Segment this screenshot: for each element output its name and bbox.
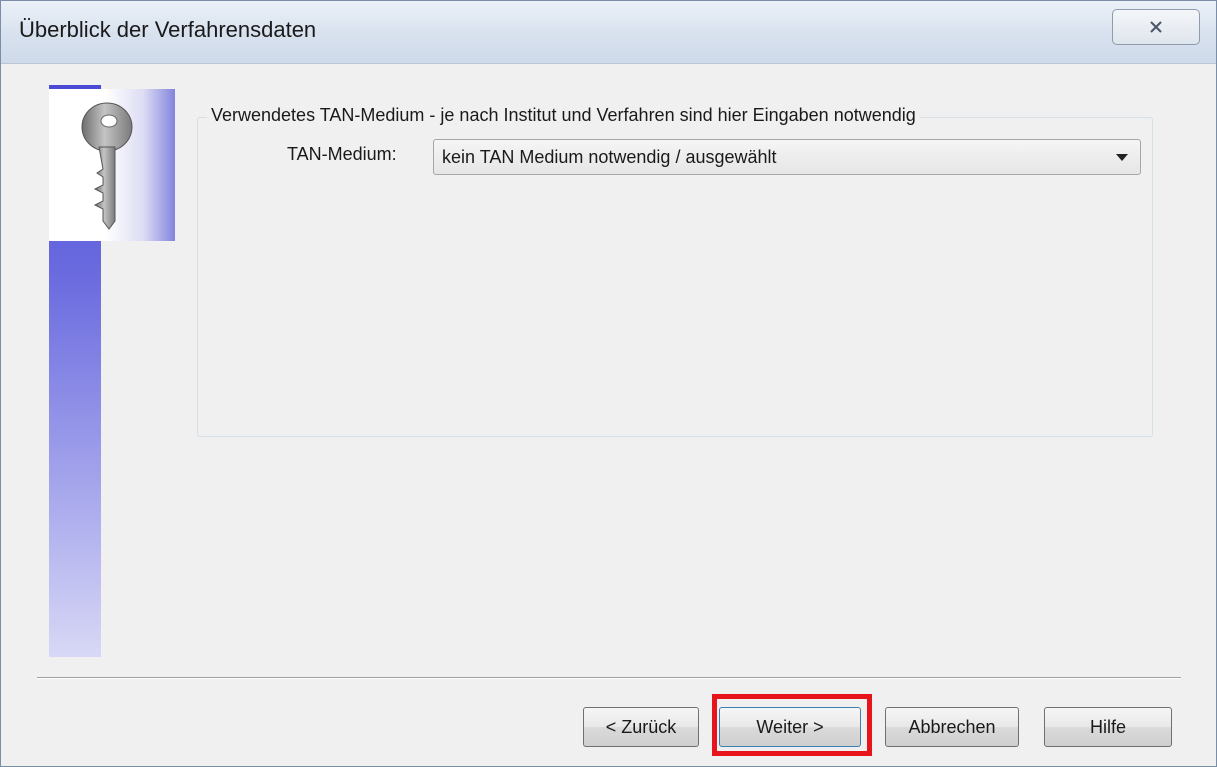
title-bar[interactable]: Überblick der Verfahrensdaten: [1, 1, 1216, 64]
dialog-window: Überblick der Verfahrensdaten Verwendete…: [0, 0, 1217, 767]
key-image: [49, 89, 175, 241]
groupbox-legend: Verwendetes TAN-Medium - je nach Institu…: [207, 105, 920, 126]
chevron-down-icon[interactable]: [1116, 154, 1128, 161]
tan-medium-select[interactable]: kein TAN Medium notwendig / ausgewählt: [433, 139, 1141, 175]
key-icon: [81, 102, 133, 230]
tan-medium-selected-value: kein TAN Medium notwendig / ausgewählt: [442, 147, 777, 167]
close-button[interactable]: [1112, 9, 1200, 45]
close-icon: [1150, 21, 1162, 33]
footer-separator: [37, 677, 1181, 679]
next-button[interactable]: Weiter >: [719, 707, 861, 747]
window-title: Überblick der Verfahrensdaten: [19, 17, 317, 42]
cancel-button[interactable]: Abbrechen: [885, 707, 1019, 747]
help-button[interactable]: Hilfe: [1044, 707, 1172, 747]
tan-medium-label: TAN-Medium:: [287, 144, 397, 164]
back-button[interactable]: < Zurück: [583, 707, 699, 747]
